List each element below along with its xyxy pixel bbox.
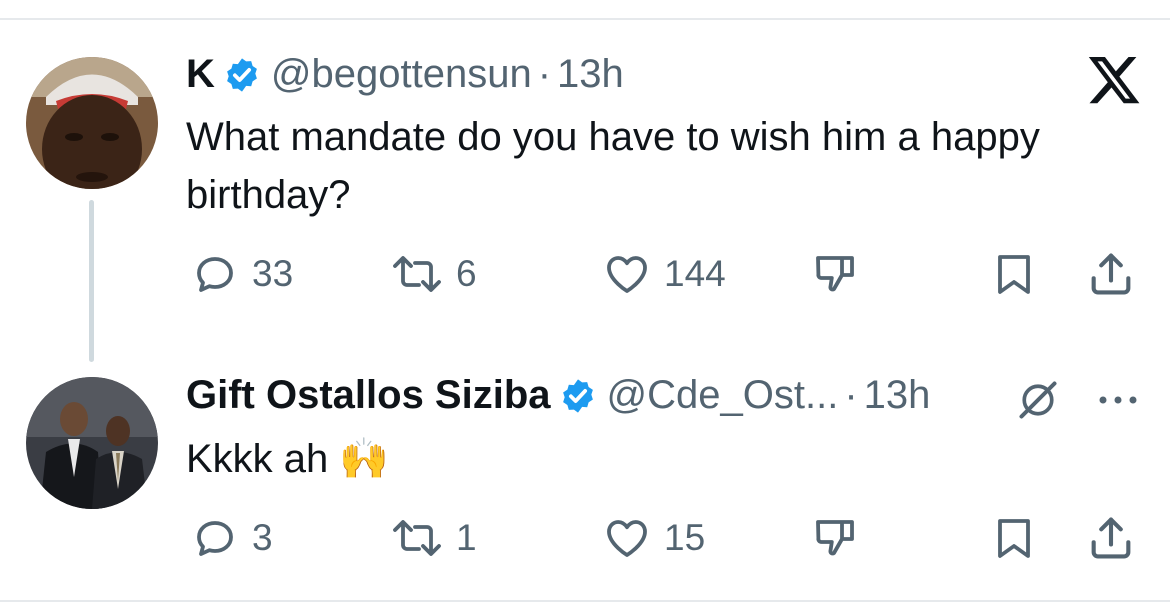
repost-count: 6 [456, 253, 477, 294]
dislike-button[interactable] [808, 514, 862, 562]
more-icon[interactable] [1097, 393, 1139, 412]
x-logo-icon[interactable] [1088, 57, 1142, 110]
tweet-text: Kkkk ah 🙌 [186, 437, 390, 481]
dislike-button[interactable] [808, 250, 862, 298]
reply-button[interactable]: 33 [188, 250, 293, 298]
verified-badge-icon [227, 57, 257, 92]
tweet-header: Gift Ostallos Siziba @Cde_Ost... · 13h [186, 373, 930, 418]
like-button[interactable]: 144 [600, 250, 726, 298]
repost-icon [393, 256, 441, 292]
grok-icon[interactable] [1016, 378, 1060, 427]
timestamp[interactable]: 13h [864, 373, 931, 418]
share-icon [1091, 253, 1131, 295]
reply-icon [197, 257, 233, 292]
bookmark-icon [998, 255, 1030, 294]
author-name[interactable]: K [186, 52, 215, 97]
dislike-icon [816, 520, 854, 556]
repost-count: 1 [456, 517, 477, 558]
like-count: 15 [664, 517, 706, 558]
reply-count: 3 [252, 517, 273, 558]
separator: · [537, 52, 552, 96]
timestamp[interactable]: 13h [557, 52, 624, 97]
like-icon [607, 256, 647, 293]
reply-button[interactable]: 3 [188, 514, 273, 562]
avatar[interactable] [26, 377, 158, 509]
top-divider [0, 18, 1170, 20]
like-count: 144 [664, 253, 726, 294]
repost-button[interactable]: 1 [388, 514, 477, 562]
like-icon [607, 520, 647, 557]
dislike-icon [816, 256, 854, 292]
share-button[interactable] [1085, 248, 1137, 300]
repost-icon [393, 520, 441, 556]
repost-button[interactable]: 6 [388, 250, 477, 298]
share-icon [1091, 517, 1131, 559]
bookmark-button[interactable] [990, 514, 1038, 562]
author-handle[interactable]: @Cde_Ost... [607, 373, 839, 418]
thread-line [89, 200, 94, 362]
tweet-text: What mandate do you have to wish him a h… [186, 115, 1040, 217]
avatar[interactable] [26, 57, 158, 189]
author-handle[interactable]: @begottensun [271, 52, 532, 97]
like-button[interactable]: 15 [600, 514, 705, 562]
author-name[interactable]: Gift Ostallos Siziba [186, 373, 551, 418]
bookmark-button[interactable] [990, 250, 1038, 298]
bottom-divider [0, 600, 1170, 602]
separator: · [844, 373, 858, 417]
verified-badge-icon [562, 378, 593, 413]
share-button[interactable] [1085, 512, 1137, 564]
reply-icon [197, 521, 233, 556]
tweet-header: K @begottensun · 13h [186, 52, 624, 97]
reply-count: 33 [252, 253, 294, 294]
bookmark-icon [998, 519, 1030, 558]
